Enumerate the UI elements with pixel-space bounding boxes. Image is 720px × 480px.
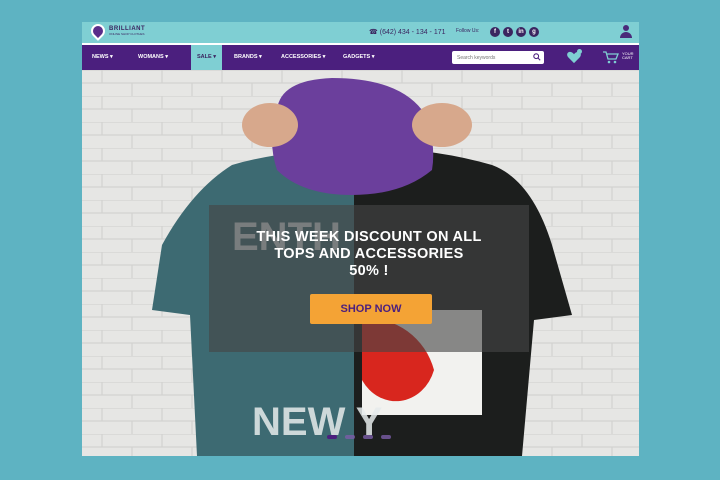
logo-tagline: ONLINE SHOP CLOTHES [109, 32, 145, 36]
main-nav-bar: NEWS ▾ WOMANS ▾ SALE ▾ BRANDS ▾ ACCESSOR… [82, 45, 639, 70]
slider-dot[interactable] [345, 435, 355, 439]
nav-item-sale[interactable]: SALE ▾ [191, 45, 222, 70]
slider-dots [327, 435, 391, 439]
wishlist-badge [577, 49, 582, 54]
slider-dot[interactable] [327, 435, 337, 439]
facebook-icon[interactable]: f [490, 27, 500, 37]
nav-item-label: NEWS [92, 54, 109, 60]
search-input[interactable] [452, 51, 530, 64]
phone-icon: ☎ [369, 29, 378, 36]
search-box [452, 51, 544, 64]
headline-line-1: THIS WEEK DISCOUNT ON ALL [256, 229, 482, 245]
slider-dot[interactable] [381, 435, 391, 439]
twitter-icon[interactable]: t [503, 27, 513, 37]
phone-number[interactable]: ☎ (642) 434 - 134 - 171 [369, 28, 446, 37]
promo-banner: THIS WEEK DISCOUNT ON ALL TOPS AND ACCES… [209, 205, 529, 352]
logo-pin-icon [88, 22, 108, 41]
promo-headline: THIS WEEK DISCOUNT ON ALL TOPS AND ACCES… [209, 229, 529, 280]
logo[interactable]: BRILLIANT ONLINE SHOP CLOTHES [88, 22, 145, 41]
nav-item-label: ACCESSORIES [281, 54, 322, 60]
shop-now-button[interactable]: SHOP NOW [310, 294, 432, 324]
nav-item-accessories[interactable]: ACCESSORIES ▾ [275, 45, 331, 70]
nav-item-label: BRANDS [234, 54, 258, 60]
user-icon-head [623, 25, 629, 31]
user-icon-body [620, 32, 632, 38]
nav-item-news[interactable]: NEWS ▾ [86, 45, 119, 70]
google-icon[interactable]: g [529, 27, 539, 37]
nav-item-label: SALE [197, 54, 212, 60]
cart-button[interactable] [602, 50, 620, 64]
nav-item-womans[interactable]: WOMANS ▾ [132, 45, 174, 70]
top-bar: BRILLIANT ONLINE SHOP CLOTHES ☎ (642) 43… [82, 22, 639, 43]
cart-icon [603, 51, 619, 64]
linkedin-icon[interactable]: in [516, 27, 526, 37]
logo-text: BRILLIANT ONLINE SHOP CLOTHES [109, 26, 145, 36]
phone-text: (642) 434 - 134 - 171 [379, 28, 446, 36]
headline-line-2: TOPS AND ACCESSORIES [274, 246, 464, 262]
browser-frame: BRILLIANT ONLINE SHOP CLOTHES ☎ (642) 43… [82, 22, 639, 456]
search-icon[interactable] [533, 53, 541, 61]
nav-item-label: GADGETS [343, 54, 371, 60]
nav-item-gadgets[interactable]: GADGETS ▾ [337, 45, 381, 70]
cart-label: YOUR CART [622, 51, 634, 61]
user-account-icon[interactable] [620, 25, 632, 39]
slider-dot[interactable] [363, 435, 373, 439]
nav-item-label: WOMANS [138, 54, 164, 60]
hero-slider: ENTH NEW Y THIS WEEK DISCOUNT ON ALL TOP… [82, 70, 639, 456]
headline-line-3: 50% ! [349, 263, 389, 279]
follow-us-label: Follow Us: [456, 28, 480, 34]
social-links: f t in g [490, 27, 539, 37]
wishlist-button[interactable] [566, 49, 582, 64]
nav-item-brands[interactable]: BRANDS ▾ [228, 45, 268, 70]
